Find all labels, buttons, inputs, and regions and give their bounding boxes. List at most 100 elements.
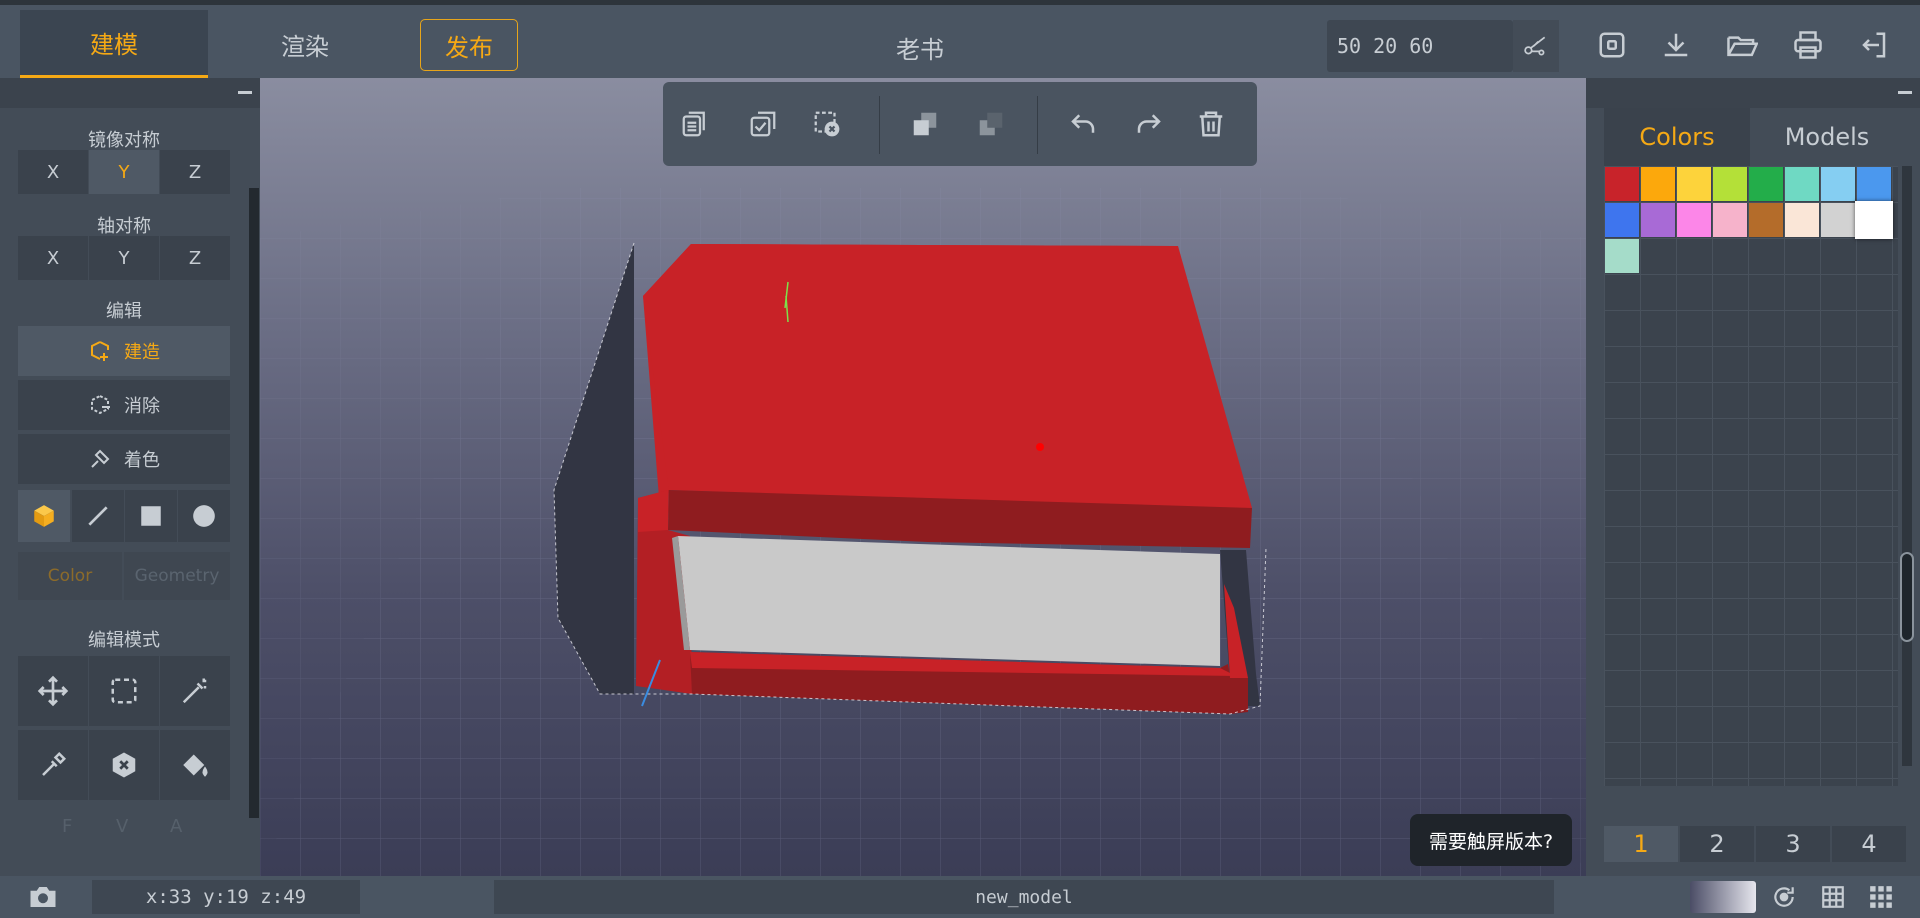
color-swatch[interactable] bbox=[1713, 167, 1747, 201]
right-panel: Colors Models 1 2 3 4 bbox=[1586, 78, 1920, 876]
axis-x-button[interactable]: X bbox=[18, 236, 88, 280]
send-back-button[interactable] bbox=[973, 106, 1009, 142]
book-model[interactable] bbox=[553, 242, 1267, 715]
cut-button[interactable] bbox=[1513, 20, 1559, 72]
subtab-geometry[interactable]: Geometry bbox=[124, 552, 230, 600]
model-name[interactable]: new_model bbox=[494, 880, 1554, 914]
copy-button[interactable] bbox=[677, 106, 713, 142]
palette-scroll-thumb[interactable] bbox=[1900, 552, 1914, 642]
tab-models[interactable]: Models bbox=[1752, 108, 1902, 166]
box-select-tool-button[interactable] bbox=[89, 656, 159, 726]
apps-grid-icon bbox=[1870, 886, 1892, 908]
subtab-color[interactable]: Color bbox=[18, 552, 122, 600]
3d-viewport[interactable]: 需要触屏版本? bbox=[260, 78, 1586, 876]
publish-button[interactable]: 发布 bbox=[420, 19, 518, 71]
exit-icon bbox=[1862, 32, 1886, 58]
color-swatch[interactable] bbox=[1713, 203, 1747, 237]
color-swatch[interactable] bbox=[1785, 167, 1819, 201]
shape-circle-button[interactable] bbox=[178, 490, 230, 542]
build-button[interactable]: 建造 bbox=[18, 326, 230, 376]
fva-f[interactable]: F bbox=[62, 816, 72, 837]
color-swatch[interactable] bbox=[1857, 167, 1891, 201]
edit-mode-label: 编辑模式 bbox=[88, 630, 160, 651]
undo-button[interactable] bbox=[1065, 106, 1101, 142]
palette-page-2[interactable]: 2 bbox=[1680, 826, 1754, 862]
delete-button[interactable] bbox=[1193, 106, 1229, 142]
color-swatch[interactable] bbox=[1677, 203, 1711, 237]
left-panel-scrollbar[interactable] bbox=[249, 188, 259, 818]
axis-y-button[interactable]: Y bbox=[89, 236, 159, 280]
erase-button[interactable]: 消除 bbox=[18, 380, 230, 430]
dimensions-input[interactable] bbox=[1327, 20, 1511, 72]
mirror-z-button[interactable]: Z bbox=[160, 150, 230, 194]
fva-v[interactable]: V bbox=[116, 816, 128, 837]
toggle-grid-button[interactable] bbox=[1818, 882, 1848, 912]
shape-line-button[interactable] bbox=[72, 490, 124, 542]
right-panel-header bbox=[1586, 78, 1920, 108]
scene-canvas[interactable] bbox=[260, 78, 1586, 876]
box-select-icon bbox=[111, 678, 137, 704]
undo-icon bbox=[1071, 114, 1095, 133]
tab-modeling[interactable]: 建模 bbox=[20, 10, 208, 78]
build-icon bbox=[91, 341, 109, 361]
cursor-coordinates: x:33 y:19 z:49 bbox=[92, 880, 360, 914]
tab-colors[interactable]: Colors bbox=[1604, 108, 1750, 166]
clear-selection-button[interactable] bbox=[809, 106, 845, 142]
color-swatch[interactable] bbox=[1605, 167, 1639, 201]
paint-button[interactable]: 着色 bbox=[18, 434, 230, 484]
camera-icon bbox=[30, 887, 56, 907]
axis-symmetry-label: 轴对称 bbox=[97, 216, 151, 237]
color-swatch[interactable] bbox=[1749, 203, 1783, 237]
cube-icon bbox=[34, 505, 54, 527]
layout-button[interactable] bbox=[1866, 882, 1896, 912]
color-swatch[interactable] bbox=[1605, 203, 1639, 237]
touch-version-tip[interactable]: 需要触屏版本? bbox=[1410, 814, 1572, 866]
layer-back-icon bbox=[979, 112, 1003, 136]
color-swatch[interactable] bbox=[1821, 203, 1855, 237]
move-tool-button[interactable] bbox=[18, 656, 88, 726]
fva-a[interactable]: A bbox=[170, 816, 182, 837]
download-icon bbox=[1664, 33, 1688, 57]
shape-square-button[interactable] bbox=[125, 490, 177, 542]
paste-button[interactable] bbox=[745, 106, 781, 142]
mirror-y-button[interactable]: Y bbox=[89, 150, 159, 194]
color-swatch[interactable] bbox=[1605, 239, 1639, 273]
magic-wand-icon bbox=[182, 678, 207, 704]
color-swatch[interactable] bbox=[1677, 167, 1711, 201]
remove-tool-button[interactable] bbox=[89, 730, 159, 800]
cut-icon bbox=[1524, 36, 1546, 56]
mirror-x-button[interactable]: X bbox=[18, 150, 88, 194]
collapse-left-panel-button[interactable] bbox=[238, 91, 252, 94]
paint-bucket-tool-button[interactable] bbox=[160, 730, 230, 800]
collapse-right-panel-button[interactable] bbox=[1898, 91, 1912, 94]
screenshot-button[interactable] bbox=[28, 882, 58, 912]
eyedropper-icon bbox=[42, 751, 67, 776]
palette-scrollbar[interactable] bbox=[1902, 166, 1912, 766]
open-folder-button[interactable] bbox=[1724, 27, 1760, 63]
color-swatch[interactable] bbox=[1641, 203, 1675, 237]
background-color-swatch[interactable] bbox=[1690, 881, 1756, 913]
color-swatch[interactable] bbox=[1785, 203, 1819, 237]
color-swatch[interactable] bbox=[1821, 167, 1855, 201]
tab-render[interactable]: 渲染 bbox=[210, 10, 400, 78]
top-bar: 建模 渲染 发布 老书 bbox=[0, 0, 1920, 78]
axis-z-button[interactable]: Z bbox=[160, 236, 230, 280]
color-swatch[interactable] bbox=[1641, 167, 1675, 201]
print-button[interactable] bbox=[1790, 27, 1826, 63]
palette-page-4[interactable]: 4 bbox=[1832, 826, 1906, 862]
palette-page-1[interactable]: 1 bbox=[1604, 826, 1678, 862]
color-swatch[interactable] bbox=[1855, 201, 1893, 239]
shape-cube-button[interactable] bbox=[18, 490, 70, 542]
magic-wand-tool-button[interactable] bbox=[160, 656, 230, 726]
bring-front-button[interactable] bbox=[907, 106, 943, 142]
save-button[interactable] bbox=[1594, 27, 1630, 63]
reset-view-button[interactable] bbox=[1769, 882, 1799, 912]
copy-icon bbox=[682, 111, 705, 137]
print-icon bbox=[1794, 31, 1822, 59]
palette-page-3[interactable]: 3 bbox=[1756, 826, 1830, 862]
color-swatch[interactable] bbox=[1749, 167, 1783, 201]
download-button[interactable] bbox=[1658, 27, 1694, 63]
exit-button[interactable] bbox=[1856, 27, 1892, 63]
redo-button[interactable] bbox=[1131, 106, 1167, 142]
eyedropper-tool-button[interactable] bbox=[18, 730, 88, 800]
